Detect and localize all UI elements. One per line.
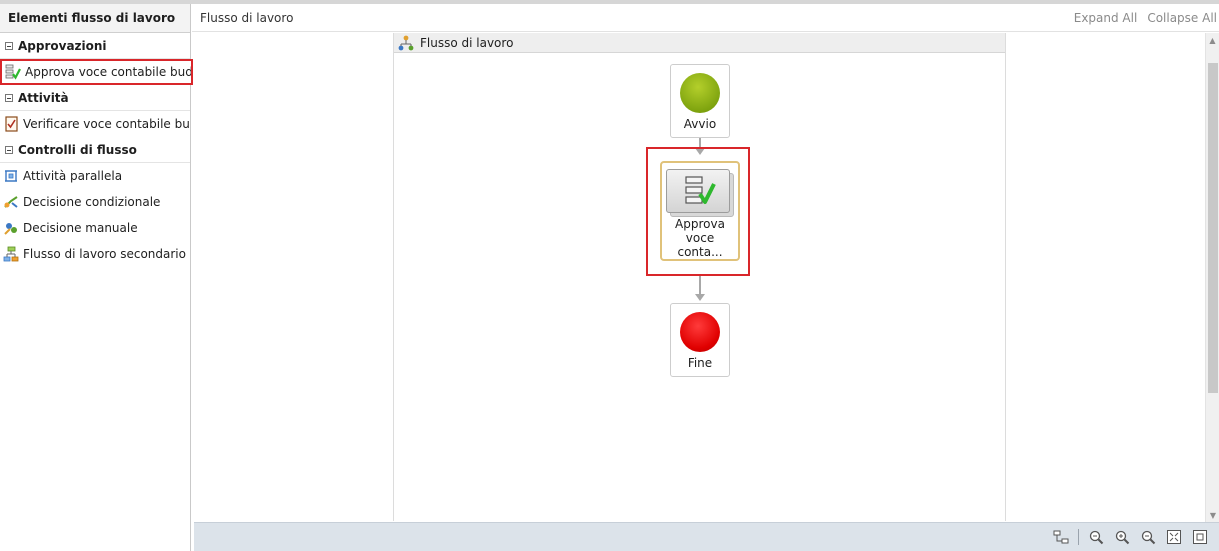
- parallel-activity-icon: [3, 168, 19, 184]
- start-label: Avvio: [683, 117, 717, 131]
- manual-decision-icon: [3, 220, 19, 236]
- start-node[interactable]: Avvio: [670, 64, 730, 138]
- approval-task-icon: [666, 169, 734, 217]
- approval-task-node[interactable]: Approva voce conta...: [660, 161, 740, 261]
- collapse-icon[interactable]: [0, 41, 18, 50]
- vertical-scrollbar[interactable]: ▲ ▼: [1205, 33, 1219, 522]
- scroll-down-icon[interactable]: ▼: [1206, 508, 1219, 522]
- collapse-icon[interactable]: [0, 93, 18, 102]
- task-label-line1: Approva: [675, 217, 725, 231]
- designer-header: Flusso di lavoro Expand All Collapse All: [192, 4, 1219, 32]
- layout-icon[interactable]: [1052, 528, 1070, 546]
- toolbar-separator: [1078, 529, 1079, 545]
- start-circle-icon: [680, 73, 720, 113]
- checklist-icon: [3, 116, 19, 132]
- group-label: Controlli di flusso: [18, 142, 137, 157]
- element-decisione-manuale[interactable]: Decisione manuale: [0, 215, 190, 241]
- flow-header: Flusso di lavoro: [394, 33, 1005, 53]
- element-decisione-condizionale[interactable]: Decisione condizionale: [0, 189, 190, 215]
- group-attivita[interactable]: Attività: [0, 85, 190, 111]
- collapse-icon[interactable]: [0, 145, 18, 154]
- scroll-thumb[interactable]: [1208, 63, 1218, 393]
- arrow-down-icon: [695, 294, 705, 301]
- subworkflow-icon: [3, 246, 19, 262]
- scroll-up-icon[interactable]: ▲: [1206, 33, 1219, 47]
- zoom-fit-icon[interactable]: [1087, 528, 1105, 546]
- group-label: Attività: [18, 90, 69, 105]
- zoom-in-icon[interactable]: [1113, 528, 1131, 546]
- end-label: Fine: [687, 356, 713, 370]
- connector-task-end: [699, 276, 701, 296]
- flow-container[interactable]: Flusso di lavoro Avvio Approva voce cont…: [393, 33, 1006, 521]
- element-label: Attività parallela: [23, 169, 123, 183]
- collapse-all-link[interactable]: Collapse All: [1147, 11, 1217, 25]
- element-approva-voce-contabile-budget[interactable]: Approva voce contabile budget: [0, 59, 193, 85]
- end-circle-icon: [680, 312, 720, 352]
- zoom-toolbar: [194, 522, 1219, 551]
- zoom-out-icon[interactable]: [1139, 528, 1157, 546]
- group-controlli-di-flusso[interactable]: Controlli di flusso: [0, 137, 190, 163]
- element-label: Approva voce contabile budget: [25, 65, 193, 79]
- expand-collapse-links: Expand All Collapse All: [1074, 11, 1219, 25]
- element-attivita-parallela[interactable]: Attività parallela: [0, 163, 190, 189]
- workflow-elements-panel: Elementi flusso di lavoro Approvazioni A…: [0, 4, 193, 551]
- element-verificare-voce-contabile[interactable]: Verificare voce contabile budge: [0, 111, 190, 137]
- approval-task-icon: [5, 64, 21, 80]
- breadcrumb[interactable]: Flusso di lavoro: [200, 11, 293, 25]
- workflow-editor: Elementi flusso di lavoro Approvazioni A…: [0, 0, 1219, 551]
- element-flusso-di-lavoro-secondario[interactable]: Flusso di lavoro secondario: [0, 241, 190, 267]
- element-label: Decisione condizionale: [23, 195, 161, 209]
- element-label: Flusso di lavoro secondario: [23, 247, 186, 261]
- group-label: Approvazioni: [18, 38, 107, 53]
- workflow-icon: [398, 35, 414, 51]
- element-label: Verificare voce contabile budge: [23, 117, 190, 131]
- conditional-decision-icon: [3, 194, 19, 210]
- workflow-canvas[interactable]: Flusso di lavoro Avvio Approva voce cont…: [192, 33, 1205, 522]
- actual-size-icon[interactable]: [1191, 528, 1209, 546]
- panel-title: Elementi flusso di lavoro: [0, 4, 190, 33]
- task-label-line2: voce conta...: [677, 231, 723, 259]
- expand-all-link[interactable]: Expand All: [1074, 11, 1138, 25]
- fit-to-screen-icon[interactable]: [1165, 528, 1183, 546]
- end-node[interactable]: Fine: [670, 303, 730, 377]
- flow-title: Flusso di lavoro: [420, 35, 514, 50]
- designer-area: Flusso di lavoro Expand All Collapse All: [192, 4, 1219, 551]
- element-label: Decisione manuale: [23, 221, 138, 235]
- group-approvazioni[interactable]: Approvazioni: [0, 33, 190, 59]
